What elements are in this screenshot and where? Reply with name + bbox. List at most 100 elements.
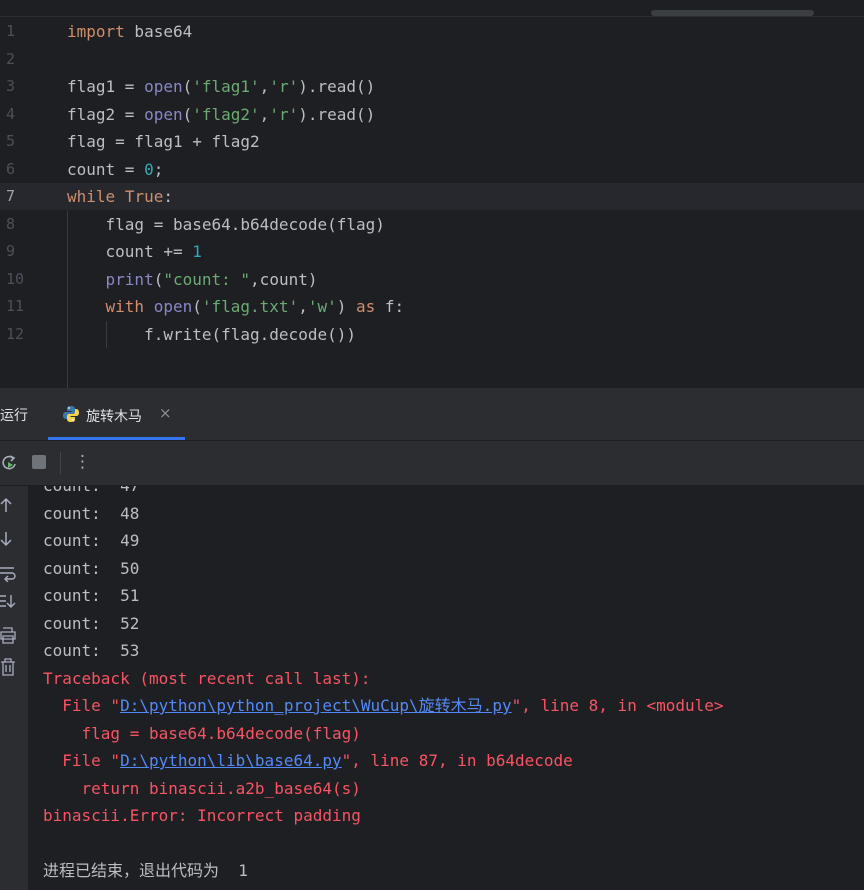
code-line[interactable]: 11 with open('flag.txt','w') as f: [0, 293, 864, 320]
trash-icon[interactable] [0, 658, 16, 676]
code-token: 'flag2' [192, 104, 260, 124]
error-output-line: File "D:\python\lib\base64.py", line 87,… [43, 747, 573, 774]
output-line: count: 48 [43, 503, 140, 523]
run-panel-title: 运行 [0, 408, 28, 424]
code-token: 'r' [269, 77, 299, 96]
file-link[interactable]: D:\python\lib\base64.py [120, 751, 342, 770]
output-line: count: 49 [43, 531, 140, 550]
code-token: open [153, 297, 193, 316]
code-token: 'flag.txt' [201, 297, 299, 316]
code-token: ( [153, 269, 164, 289]
toolbar-separator [60, 452, 61, 474]
code-line[interactable]: 6 count = 0; [0, 156, 864, 183]
indent-guide [67, 210, 68, 388]
line-number: 6 [6, 159, 16, 178]
code-line[interactable]: 2 [0, 46, 864, 73]
code-token: f.write(flag.decode()) [67, 324, 356, 344]
run-toolbar: ⋮ [0, 441, 864, 486]
run-panel: 运行 旋转木马 × ⋮ count: 48 count: 49 count: 5… [0, 388, 864, 890]
line-number: 4 [6, 104, 16, 123]
error-output-line: return binascii.a2b_base64(s) [43, 778, 361, 798]
code-token: open [144, 104, 183, 124]
tab-run-config[interactable]: 旋转木马 × [48, 389, 185, 440]
arrow-down-icon[interactable] [0, 530, 14, 548]
code-line[interactable]: 8 flag = base64.b64decode(flag) [0, 211, 864, 238]
code-token: 'flag1' [192, 77, 260, 96]
code-text: flag1 = open('flag1','r').read() [67, 73, 375, 100]
code-line[interactable]: 3 flag1 = open('flag1','r').read() [0, 73, 864, 100]
output-line: 进程已结束，退出代码为 1 [43, 861, 248, 880]
code-token: ( [182, 77, 193, 96]
code-text: print("count: ",count) [67, 266, 318, 293]
output-line: count: 52 [43, 613, 140, 633]
stop-icon[interactable] [32, 455, 46, 469]
code-text: flag = base64.b64decode(flag) [67, 211, 385, 238]
code-token: flag1 = [67, 77, 145, 96]
code-line[interactable]: 7 while True: [0, 183, 864, 210]
code-line[interactable]: 9 count += 1 [0, 238, 864, 265]
line-number: 2 [6, 49, 16, 68]
error-output-line: binascii.Error: Incorrect padding [43, 806, 361, 825]
code-token: ,count) [250, 269, 318, 289]
code-token: 'w' [307, 297, 337, 316]
code-line[interactable]: 10 print("count: ",count) [0, 266, 864, 293]
line-number: 7 [6, 187, 16, 205]
line-number: 11 [6, 297, 25, 315]
line-number: 1 [6, 22, 16, 40]
code-text: count = 0; [67, 156, 163, 183]
line-number: 10 [6, 269, 25, 288]
output-line: count: 50 [43, 558, 140, 578]
code-line[interactable]: 4 flag2 = open('flag2','r').read() [0, 101, 864, 128]
console-output[interactable]: count: 47 count: 48 count: 49 count: 50 coun… [29, 486, 864, 890]
code-text: f.write(flag.decode()) [67, 321, 356, 348]
code-token: f: [375, 297, 405, 316]
code-line[interactable]: 5 flag = flag1 + flag2 [0, 128, 864, 155]
code-token: flag = base64.b64decode(flag) [67, 214, 385, 234]
error-output-line: Traceback (most recent call last): [43, 668, 371, 688]
output-text: File " [43, 696, 121, 715]
scroll-to-end-icon[interactable] [0, 592, 16, 610]
soft-wrap-icon[interactable] [0, 564, 16, 582]
code-line[interactable]: 12 f.write(flag.decode()) [0, 321, 864, 348]
code-token: , [259, 104, 270, 124]
run-side-toolbar [0, 486, 28, 890]
code-line[interactable]: 1 import base64 [0, 18, 864, 45]
tab-run-config-label: 旋转木马 [86, 409, 142, 425]
run-tab-bar: 运行 旋转木马 × [0, 389, 864, 441]
active-tab-indicator [48, 437, 185, 440]
code-token: print [105, 269, 154, 289]
line-number: 3 [6, 77, 16, 95]
error-output-line: flag = base64.b64decode(flag) [43, 723, 361, 743]
code-token: ( [182, 104, 193, 124]
python-icon [63, 406, 79, 422]
code-token: ( [192, 297, 202, 316]
code-token: "count: " [163, 269, 251, 289]
code-text: count += 1 [67, 238, 202, 265]
code-text: import base64 [67, 18, 192, 45]
code-token: while [67, 187, 116, 206]
code-token: ).read() [298, 104, 376, 124]
indent-guide [106, 320, 107, 348]
code-token: : [163, 187, 173, 206]
code-token: ).read() [298, 77, 376, 96]
code-text: while True: [67, 183, 173, 210]
rerun-icon[interactable] [0, 453, 20, 473]
file-link[interactable]: D:\python\python_project\WuCup\旋转木马.py [120, 696, 512, 715]
output-line: count: 47 [43, 486, 139, 499]
output-line: count: 53 [43, 641, 140, 660]
code-text: with open('flag.txt','w') as f: [67, 293, 405, 320]
code-token: True [124, 187, 164, 206]
print-icon[interactable] [0, 626, 16, 644]
code-token: as [356, 297, 376, 316]
code-token: flag2 = [67, 104, 145, 124]
code-token: ; [153, 159, 164, 179]
code-editor[interactable]: 1 import base64 2 3 flag1 = open('flag1','r'… [0, 0, 864, 388]
code-token: ) [336, 297, 357, 316]
more-options-icon[interactable]: ⋮ [74, 452, 91, 472]
arrow-up-icon[interactable] [0, 496, 14, 514]
horizontal-scrollbar[interactable] [651, 10, 814, 16]
close-icon[interactable]: × [159, 404, 172, 422]
code-token: 1 [192, 242, 202, 261]
